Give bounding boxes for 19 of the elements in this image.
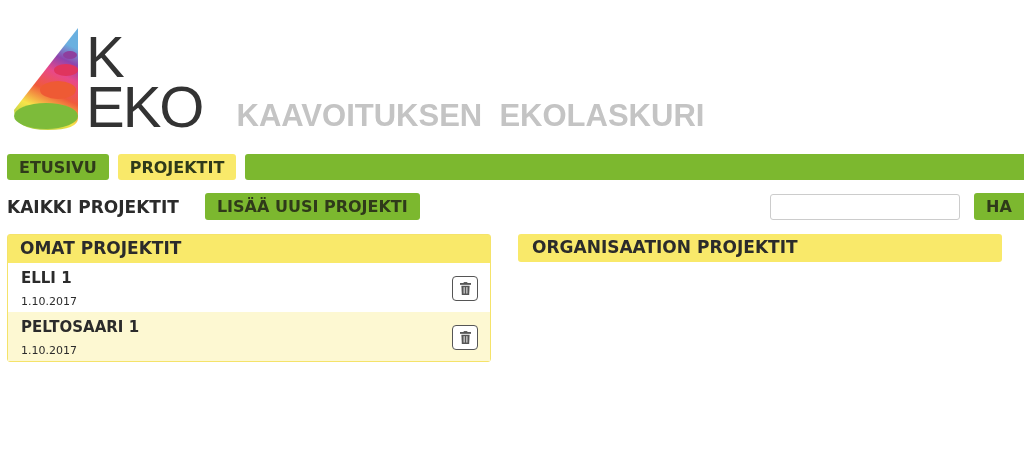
logo-text: K: [86, 32, 124, 82]
search-button[interactable]: HA: [974, 193, 1024, 220]
logo-text: EKO: [86, 82, 203, 132]
search-field[interactable]: [770, 193, 960, 220]
project-date: 1.10.2017: [21, 295, 77, 308]
project-date: 1.10.2017: [21, 344, 78, 357]
trash-icon: [459, 282, 471, 295]
project-name[interactable]: PELTOSAARI 1: [21, 318, 140, 336]
nav-tab[interactable]: ETUSIVU: [7, 154, 109, 180]
delete-button[interactable]: [452, 276, 478, 301]
page-heading: KAIKKI PROJEKTIT: [7, 196, 179, 217]
add-project-button[interactable]: LISÄÄ UUSI PROJEKTI: [204, 193, 420, 220]
delete-button[interactable]: [452, 325, 478, 350]
panel-title: ORGANISAATION PROJEKTIT: [532, 237, 798, 257]
project-name[interactable]: ELLI 1: [21, 269, 77, 287]
nav-tab[interactable]: PROJEKTIT: [117, 154, 237, 180]
trash-icon: [459, 331, 471, 344]
panel-title: OMAT PROJEKTIT: [20, 238, 182, 258]
app-title: KAAVOITUKSEN EKOLASKURI: [236, 98, 705, 134]
